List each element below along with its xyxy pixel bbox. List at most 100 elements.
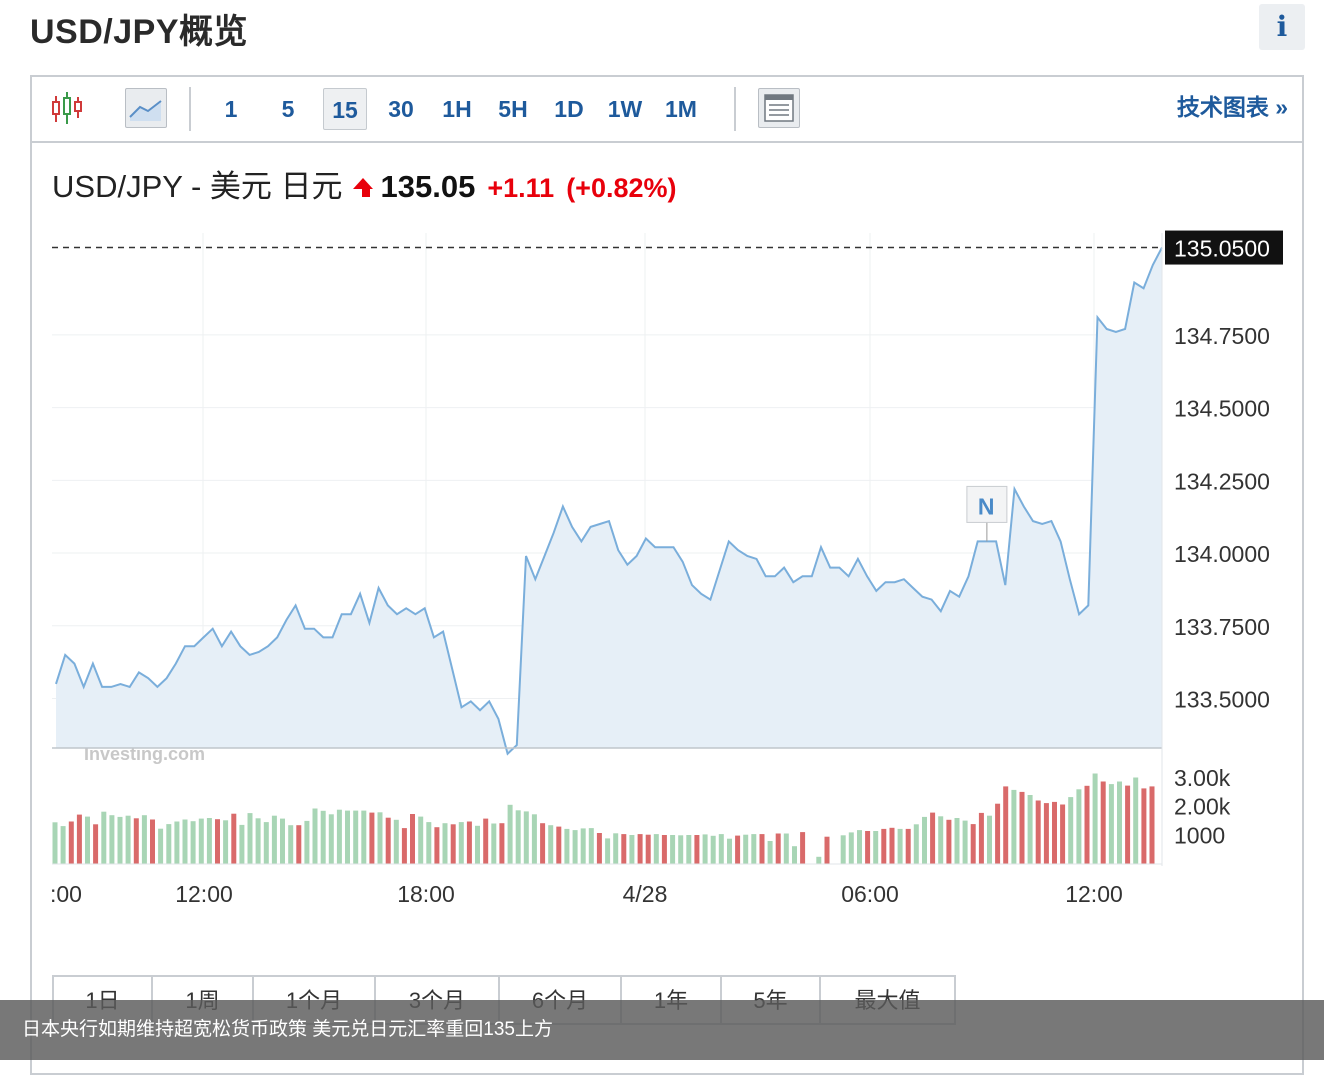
volume-bar — [783, 833, 789, 864]
volume-bar — [231, 813, 237, 864]
volume-bar — [792, 846, 797, 864]
volume-bar — [141, 815, 147, 864]
volume-bar — [1100, 781, 1106, 864]
current-price-label: 135.0500 — [1174, 236, 1270, 262]
volume-bar — [418, 816, 424, 864]
volume-bar — [150, 819, 155, 864]
volume-bar — [158, 828, 164, 864]
volume-bar — [280, 818, 285, 864]
volume-bar — [483, 818, 489, 864]
volume-bar — [621, 834, 627, 864]
volume-bar — [1052, 801, 1057, 864]
volume-bar — [678, 835, 684, 864]
volume-bar — [962, 820, 968, 864]
volume-bar — [475, 825, 480, 864]
volume-bar — [1043, 803, 1049, 864]
volume-bar — [101, 811, 107, 864]
volume-bar — [125, 815, 131, 864]
volume-bar — [166, 824, 172, 864]
volume-bar — [345, 810, 350, 864]
volume-bar — [507, 804, 513, 864]
volume-bar — [580, 828, 586, 864]
volume-bar — [133, 818, 139, 864]
volume-bar — [978, 812, 984, 864]
volume-bar — [1011, 789, 1017, 864]
volume-bar — [434, 827, 440, 864]
volume-bar — [645, 834, 651, 864]
volume-bar — [1133, 777, 1139, 864]
volume-bar — [117, 816, 123, 864]
volume-bar — [857, 830, 862, 864]
volume-bar — [385, 817, 391, 864]
volume-bar — [410, 814, 415, 864]
volume-bar — [223, 820, 229, 864]
volume-bar — [174, 821, 180, 864]
price-chart[interactable]: 英为财情Investing.com134.7500134.5000134.250… — [0, 0, 1324, 1000]
volume-bar — [540, 823, 546, 864]
volume-bar — [361, 810, 367, 864]
volume-bar — [1060, 804, 1066, 864]
volume-bar — [735, 835, 741, 864]
volume-bar — [52, 822, 58, 864]
volume-bar — [930, 812, 936, 864]
volume-bar — [450, 824, 456, 864]
volume-bar — [328, 814, 334, 864]
volume-bar — [913, 824, 919, 864]
volume-bar — [401, 828, 407, 864]
volume-bar — [889, 827, 895, 864]
volume-bar — [710, 835, 716, 864]
volume-bar — [263, 822, 269, 864]
volume-tick-label: 1000 — [1174, 822, 1225, 848]
x-tick-label: 18:00 — [397, 881, 455, 907]
volume-bar — [93, 824, 99, 864]
x-tick-label: 4/28 — [623, 881, 668, 907]
volume-bar — [304, 820, 310, 864]
volume-bar — [922, 816, 927, 864]
volume-bar — [661, 835, 667, 864]
volume-bar — [995, 803, 1001, 864]
volume-bar — [320, 810, 326, 864]
volume-bar — [1076, 789, 1082, 864]
volume-bar — [1149, 786, 1155, 864]
volume-bar — [255, 818, 261, 864]
volume-bar — [499, 823, 505, 864]
volume-bar — [954, 818, 960, 864]
y-tick-label: 134.0000 — [1174, 541, 1270, 567]
x-tick-label: 12:00 — [175, 881, 233, 907]
volume-bar — [1092, 773, 1098, 864]
volume-bar — [613, 833, 619, 864]
volume-bar — [1003, 786, 1009, 864]
volume-bar — [1125, 785, 1131, 864]
volume-bar — [393, 819, 399, 864]
volume-bar — [369, 812, 375, 864]
volume-bar — [670, 835, 676, 864]
volume-bar — [198, 818, 204, 864]
volume-bar — [588, 828, 594, 864]
volume-bar — [60, 826, 66, 864]
volume-bar — [970, 824, 976, 864]
volume-bar — [271, 815, 277, 864]
volume-bar — [247, 813, 253, 864]
y-tick-label: 134.7500 — [1174, 323, 1270, 349]
x-tick-label: 12:00 — [1065, 881, 1123, 907]
volume-bar — [76, 814, 82, 864]
volume-bar — [694, 835, 700, 864]
x-tick-label: :00 — [50, 881, 82, 907]
volume-bar — [743, 834, 749, 864]
volume-bar — [1084, 785, 1090, 864]
y-tick-label: 134.2500 — [1174, 468, 1270, 494]
volume-bar — [182, 819, 188, 864]
volume-bar — [686, 835, 692, 864]
volume-bar — [1027, 795, 1033, 864]
volume-bar — [848, 832, 854, 864]
volume-bar — [109, 815, 115, 864]
volume-tick-label: 2.00k — [1174, 794, 1231, 820]
volume-bar — [946, 819, 952, 864]
y-tick-label: 133.5000 — [1174, 687, 1270, 713]
volume-bar — [426, 822, 432, 864]
volume-bar — [596, 833, 602, 864]
volume-bar — [466, 821, 472, 864]
volume-bar — [572, 830, 578, 864]
volume-bar — [442, 823, 448, 864]
volume-bar — [296, 825, 302, 864]
